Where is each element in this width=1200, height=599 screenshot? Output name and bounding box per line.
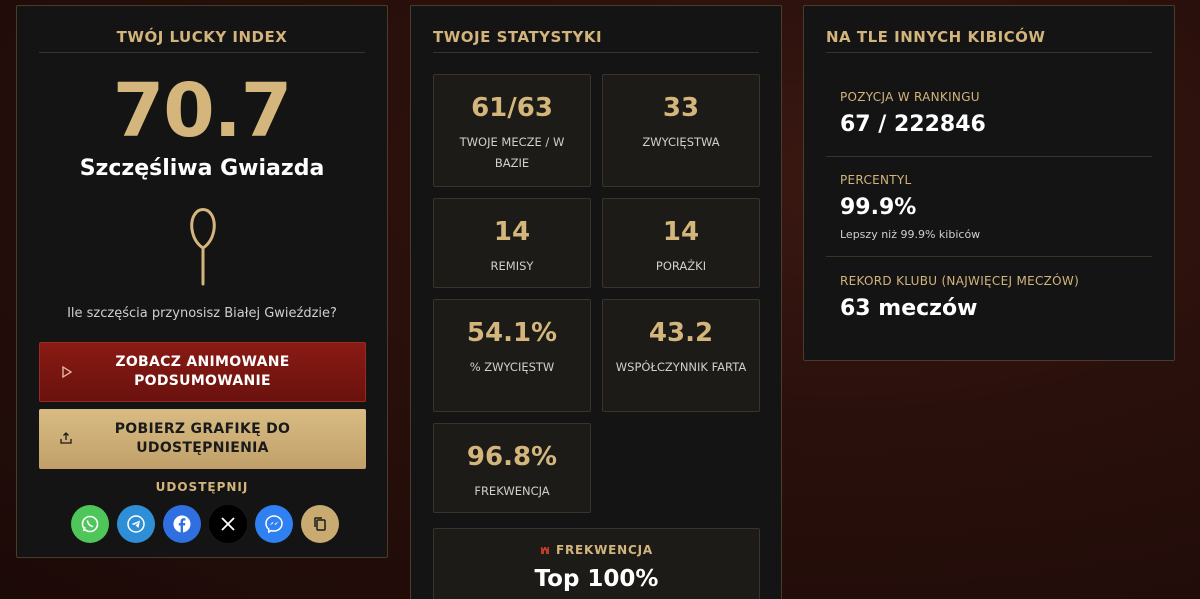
percentile-label: PERCENTYL bbox=[840, 173, 912, 187]
messenger-share-button[interactable] bbox=[255, 505, 293, 543]
stat-label: % ZWYCIĘSTW bbox=[469, 360, 555, 374]
stat-value: 54.1% bbox=[466, 318, 558, 348]
stats-title: TWOJE STATYSTYKI bbox=[433, 28, 603, 46]
ranking-panel: NA TLE INNYCH KIBICÓW POZYCJA W RANKINGU… bbox=[803, 5, 1175, 361]
stat-tile-luck-factor: 43.2 WSPÓŁCZYNNIK FARTA bbox=[602, 299, 760, 412]
stat-tile-win-percent: 54.1% % ZWYCIĘSTW bbox=[433, 299, 591, 412]
lucky-question: Ile szczęścia przynosisz Białej Gwieździ… bbox=[67, 306, 337, 321]
stat-label: WSPÓŁCZYNNIK FARTA bbox=[615, 360, 747, 374]
lucky-index-title: TWÓJ LUCKY INDEX bbox=[116, 28, 288, 46]
stats-panel: TWOJE STATYSTYKI 61/63 TWOJE MECZE / W B… bbox=[410, 5, 782, 599]
attendance-rank-label: FREKWENCJA bbox=[434, 543, 759, 557]
share-buttons bbox=[71, 505, 339, 543]
divider bbox=[433, 52, 759, 53]
telegram-share-button[interactable] bbox=[117, 505, 155, 543]
facebook-share-button[interactable] bbox=[163, 505, 201, 543]
divider bbox=[826, 156, 1152, 157]
lucky-index-panel: TWÓJ LUCKY INDEX 70.7 Szczęśliwa Gwiazda… bbox=[16, 5, 388, 558]
attendance-rank-text: FREKWENCJA bbox=[556, 543, 653, 557]
download-graphic-button[interactable]: POBIERZ GRAFIKĘ DO UDOSTĘPNIENIA bbox=[39, 409, 366, 469]
stat-value: 96.8% bbox=[466, 442, 558, 472]
stat-label: FREKWENCJA bbox=[474, 484, 550, 498]
animated-summary-label: ZOBACZ ANIMOWANE PODSUMOWANIE bbox=[115, 354, 290, 389]
stat-value: 14 bbox=[493, 217, 531, 247]
percentile-value: 99.9% bbox=[840, 195, 917, 220]
position-label: POZYCJA W RANKINGU bbox=[840, 90, 980, 104]
x-icon bbox=[221, 517, 235, 531]
stat-tile-losses: 14 PORAŻKI bbox=[602, 198, 760, 288]
stat-tile-attendance: 96.8% FREKWENCJA bbox=[433, 423, 591, 513]
divider bbox=[39, 52, 365, 53]
stat-value: 14 bbox=[662, 217, 700, 247]
stat-value: 61/63 bbox=[471, 93, 553, 123]
copy-link-button[interactable] bbox=[301, 505, 339, 543]
share-upload-icon bbox=[60, 432, 72, 444]
play-icon bbox=[62, 365, 73, 379]
divider bbox=[826, 256, 1152, 257]
lucky-charm-icon bbox=[190, 208, 216, 286]
whatsapp-share-button[interactable] bbox=[71, 505, 109, 543]
stat-tile-draws: 14 REMISY bbox=[433, 198, 591, 288]
lucky-rank-title: Szczęśliwa Gwiazda bbox=[79, 156, 325, 181]
stat-label: ZWYCIĘSTWA bbox=[642, 135, 720, 149]
position-value: 67 / 222846 bbox=[840, 112, 986, 137]
copy-icon bbox=[314, 517, 326, 531]
stat-tile-matches: 61/63 TWOJE MECZE / W BAZIE bbox=[433, 74, 591, 187]
ranking-title: NA TLE INNYCH KIBICÓW bbox=[826, 28, 1046, 46]
stat-label: TWOJE MECZE / W BAZIE bbox=[459, 135, 565, 170]
lucky-score: 70.7 bbox=[112, 68, 293, 154]
x-share-button[interactable] bbox=[209, 505, 247, 543]
share-label: UDOSTĘPNIJ bbox=[155, 480, 249, 494]
stat-label: PORAŻKI bbox=[655, 259, 707, 273]
stat-value: 33 bbox=[662, 93, 700, 123]
divider bbox=[826, 52, 1152, 53]
attendance-rank-tile: FREKWENCJA Top 100% bbox=[433, 528, 760, 599]
facebook-icon bbox=[173, 515, 191, 533]
percentile-subtext: Lepszy niż 99.9% kibiców bbox=[840, 228, 981, 241]
animated-summary-button[interactable]: ZOBACZ ANIMOWANE PODSUMOWANIE bbox=[39, 342, 366, 402]
stat-label: REMISY bbox=[490, 259, 534, 273]
whatsapp-icon bbox=[81, 515, 99, 533]
stat-value: 43.2 bbox=[648, 318, 714, 348]
castle-icon bbox=[541, 547, 550, 554]
download-graphic-label: POBIERZ GRAFIKĘ DO UDOSTĘPNIENIA bbox=[114, 421, 291, 456]
attendance-rank-value: Top 100% bbox=[534, 566, 659, 592]
club-record-value: 63 meczów bbox=[840, 296, 978, 321]
messenger-icon bbox=[265, 515, 283, 534]
club-record-label: REKORD KLUBU (NAJWIĘCEJ MECZÓW) bbox=[840, 274, 1080, 288]
telegram-icon bbox=[127, 515, 145, 533]
stat-tile-wins: 33 ZWYCIĘSTWA bbox=[602, 74, 760, 187]
